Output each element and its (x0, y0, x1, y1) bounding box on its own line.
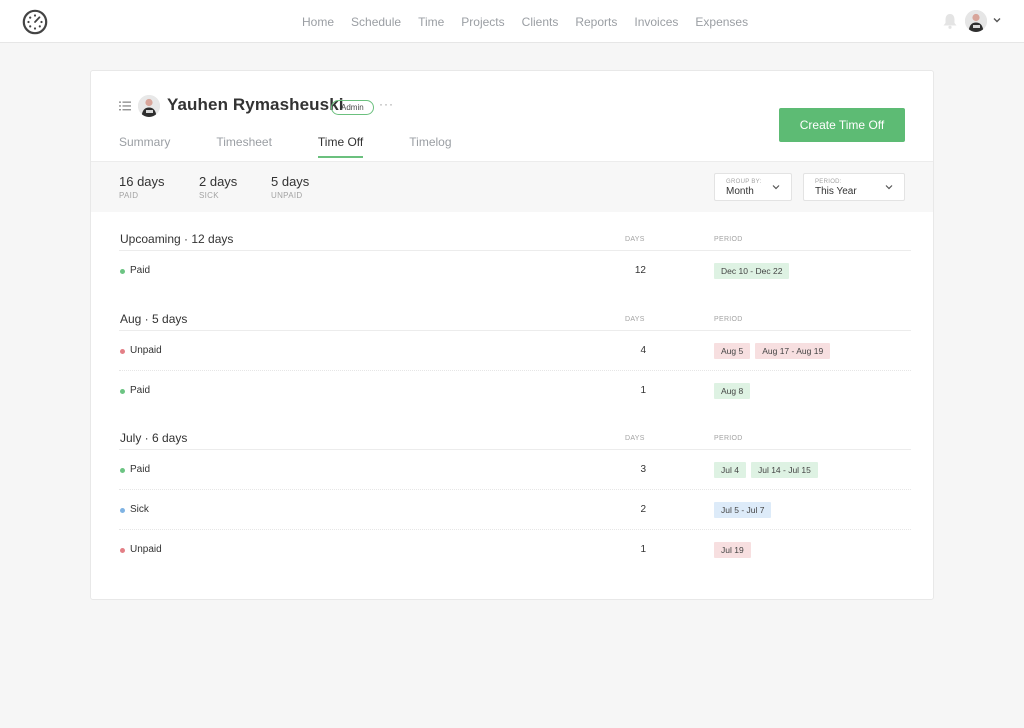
days-count: 1 (629, 544, 646, 555)
chevron-down-icon (885, 184, 893, 190)
sick-status-dot-icon (120, 508, 125, 513)
column-header-period: PERIOD (714, 316, 743, 323)
section-header: Upcoaming · 12 days DAYS PERIOD (119, 231, 911, 251)
stat-value: 5 days (271, 174, 309, 189)
days-count: 2 (629, 504, 646, 515)
unpaid-status-dot-icon (120, 349, 125, 354)
chevron-down-icon (772, 184, 780, 190)
more-options-icon[interactable]: ··· (379, 97, 394, 111)
stat-value: 16 days (119, 174, 165, 189)
period-select[interactable]: PERIOD: This Year (803, 173, 905, 201)
profile-tabs: Summary Timesheet Time Off Timelog (119, 135, 498, 158)
stat-value: 2 days (199, 174, 237, 189)
profile-header: Yauhen Rymasheuski Admin ··· Create Time… (91, 71, 933, 161)
paid-status-dot-icon (120, 468, 125, 473)
stat-label: PAID (119, 191, 165, 200)
user-photo-icon (965, 10, 987, 32)
table-row[interactable]: Paid 1 Aug 8 (119, 371, 911, 411)
time-off-type: Unpaid (130, 544, 162, 555)
section-upcoming: Upcoaming · 12 days DAYS PERIOD Paid 12 … (119, 231, 911, 291)
table-row[interactable]: Sick 2 Jul 5 - Jul 7 (119, 490, 911, 530)
stat-sick: 2 days SICK (199, 174, 237, 200)
nav-item-projects[interactable]: Projects (461, 15, 504, 29)
nav-item-reports[interactable]: Reports (575, 15, 617, 29)
period-chip[interactable]: Jul 14 - Jul 15 (751, 462, 818, 478)
period-list: Jul 4 Jul 14 - Jul 15 (714, 462, 823, 478)
top-navbar: Home Schedule Time Projects Clients Repo… (0, 0, 1024, 43)
time-off-card: Yauhen Rymasheuski Admin ··· Create Time… (90, 70, 934, 600)
period-list: Jul 5 - Jul 7 (714, 502, 776, 518)
stat-paid: 16 days PAID (119, 174, 165, 200)
stopwatch-dial-logo-icon[interactable] (22, 9, 48, 35)
tab-summary[interactable]: Summary (119, 135, 170, 158)
period-list: Aug 5 Aug 17 - Aug 19 (714, 343, 835, 359)
nav-item-time[interactable]: Time (418, 15, 444, 29)
user-avatar (138, 95, 160, 117)
tab-timesheet[interactable]: Timesheet (216, 135, 272, 158)
time-off-type: Unpaid (130, 345, 162, 356)
create-time-off-button[interactable]: Create Time Off (779, 108, 905, 142)
bell-icon[interactable] (941, 12, 959, 30)
user-name: Yauhen Rymasheuski (167, 95, 344, 115)
period-list: Dec 10 - Dec 22 (714, 263, 794, 279)
tab-time-off[interactable]: Time Off (318, 135, 363, 158)
tab-timelog[interactable]: Timelog (409, 135, 451, 158)
unpaid-status-dot-icon (120, 548, 125, 553)
time-off-type: Paid (130, 464, 150, 475)
main-nav: Home Schedule Time Projects Clients Repo… (302, 0, 748, 43)
time-off-type: Paid (130, 265, 150, 276)
period-caption: PERIOD: (815, 179, 893, 185)
chevron-down-icon[interactable] (992, 15, 1002, 25)
paid-status-dot-icon (120, 269, 125, 274)
section-header: Aug · 5 days DAYS PERIOD (119, 311, 911, 331)
user-photo-icon (138, 95, 160, 117)
days-count: 1 (629, 385, 646, 396)
nav-item-home[interactable]: Home (302, 15, 334, 29)
section-title: July · 6 days (120, 431, 187, 445)
period-value: This Year (815, 186, 893, 197)
time-off-type: Paid (130, 385, 150, 396)
account-avatar[interactable] (965, 10, 987, 32)
column-header-period: PERIOD (714, 435, 743, 442)
days-count: 4 (629, 345, 646, 356)
table-row[interactable]: Paid 3 Jul 4 Jul 14 - Jul 15 (119, 450, 911, 490)
table-row[interactable]: Unpaid 1 Jul 19 (119, 530, 911, 570)
column-header-days: DAYS (625, 435, 645, 442)
days-count: 12 (629, 265, 646, 276)
table-row[interactable]: Paid 12 Dec 10 - Dec 22 (119, 251, 911, 291)
section-aug: Aug · 5 days DAYS PERIOD Unpaid 4 Aug 5 … (119, 311, 911, 411)
nav-item-expenses[interactable]: Expenses (695, 15, 748, 29)
stat-unpaid: 5 days UNPAID (271, 174, 309, 200)
section-july: July · 6 days DAYS PERIOD Paid 3 Jul 4 J… (119, 430, 911, 570)
period-chip[interactable]: Jul 4 (714, 462, 746, 478)
period-chip[interactable]: Jul 5 - Jul 7 (714, 502, 771, 518)
column-header-days: DAYS (625, 236, 645, 243)
section-header: July · 6 days DAYS PERIOD (119, 430, 911, 450)
group-by-select[interactable]: GROUP BY: Month (714, 173, 792, 201)
days-count: 3 (629, 464, 646, 475)
nav-item-schedule[interactable]: Schedule (351, 15, 401, 29)
time-off-type: Sick (130, 504, 149, 515)
period-chip[interactable]: Jul 19 (714, 542, 751, 558)
nav-item-invoices[interactable]: Invoices (634, 15, 678, 29)
period-list: Jul 19 (714, 542, 756, 558)
stat-label: SICK (199, 191, 237, 200)
section-title: Aug · 5 days (120, 312, 187, 326)
role-badge: Admin (331, 100, 374, 115)
time-off-stats-bar: 16 days PAID 2 days SICK 5 days UNPAID G… (91, 161, 933, 212)
period-chip[interactable]: Aug 5 (714, 343, 750, 359)
table-row[interactable]: Unpaid 4 Aug 5 Aug 17 - Aug 19 (119, 331, 911, 371)
period-list: Aug 8 (714, 383, 755, 399)
column-header-period: PERIOD (714, 236, 743, 243)
list-icon[interactable] (119, 101, 131, 111)
nav-item-clients[interactable]: Clients (522, 15, 559, 29)
section-title: Upcoaming · 12 days (120, 232, 233, 246)
paid-status-dot-icon (120, 389, 125, 394)
stat-label: UNPAID (271, 191, 309, 200)
period-chip[interactable]: Aug 8 (714, 383, 750, 399)
period-chip[interactable]: Aug 17 - Aug 19 (755, 343, 830, 359)
period-chip[interactable]: Dec 10 - Dec 22 (714, 263, 789, 279)
column-header-days: DAYS (625, 316, 645, 323)
